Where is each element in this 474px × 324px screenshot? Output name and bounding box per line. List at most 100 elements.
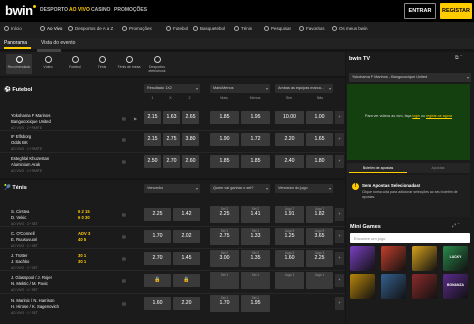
more-markets-button[interactable]: + bbox=[335, 274, 344, 287]
nav-desporto[interactable]: DESPORTO bbox=[40, 7, 68, 13]
game-tile[interactable] bbox=[350, 246, 375, 271]
player-1[interactable]: N. Marinic / N. Harrison bbox=[11, 298, 55, 303]
player-2[interactable]: E. Ruusuvuori bbox=[11, 237, 37, 242]
subnav-os-meus-bwin[interactable]: Os meus bwin bbox=[332, 26, 368, 31]
bwin-logo[interactable]: bwin bbox=[5, 3, 36, 18]
odd-button[interactable]: 1.95 bbox=[241, 111, 270, 124]
more-markets-button[interactable]: + bbox=[335, 252, 344, 265]
tennis-market-game-winner[interactable]: Vencedor do jogo bbox=[275, 184, 333, 193]
stats-icon[interactable]: ▤ bbox=[122, 159, 126, 164]
odd-button[interactable]: Set 1 bbox=[241, 272, 270, 289]
tab-panorama[interactable]: Panorama bbox=[4, 40, 27, 46]
sport-futebol[interactable]: Futebol bbox=[62, 56, 88, 69]
tv-event-select[interactable]: Yokohama F Marinos - Bangucocique United bbox=[349, 73, 471, 82]
tv-register-link[interactable]: registe-se agora bbox=[426, 114, 452, 118]
team-away[interactable]: Bangucocique United bbox=[11, 119, 51, 124]
odd-button[interactable]: Set 1 2.75 bbox=[210, 228, 239, 245]
football-market-over-under[interactable]: Mais/Menos bbox=[210, 84, 270, 93]
game-tile[interactable]: LUCKY bbox=[443, 246, 468, 271]
odd-button[interactable]: 2.25 bbox=[144, 208, 171, 221]
odd-button[interactable]: Set 2 3.00 bbox=[210, 250, 239, 267]
subnav-pesquisar[interactable]: Pesquisar bbox=[264, 26, 291, 31]
player-1[interactable]: J. Glasspool / J. Rojer bbox=[11, 275, 52, 280]
odd-button[interactable]: 2.20 bbox=[173, 297, 200, 310]
team-home[interactable]: Yokohama F Marinos bbox=[11, 113, 50, 118]
more-markets-button[interactable]: + bbox=[335, 230, 344, 243]
odd-button[interactable]: Set 1 1.95 bbox=[241, 295, 270, 312]
odd-button[interactable]: 3.80 bbox=[182, 133, 199, 146]
odd-button[interactable]: Jogo 9 3.65 bbox=[306, 228, 333, 245]
player-2[interactable]: N. Mektic / M. Pavic bbox=[11, 281, 48, 286]
team-away[interactable]: Odds BK bbox=[11, 140, 28, 145]
odd-button[interactable]: 2.15 bbox=[144, 111, 161, 124]
subnav-futebol[interactable]: Futebol bbox=[166, 26, 188, 31]
odd-button[interactable]: Jogo 9 1.25 bbox=[275, 228, 304, 245]
game-tile[interactable]: BONANZA bbox=[443, 274, 468, 299]
odd-button[interactable]: Jogo 7 1.91 bbox=[275, 206, 304, 223]
odd-button[interactable]: Set 2 1.41 bbox=[241, 206, 270, 223]
odd-button[interactable]: 1.85 bbox=[210, 155, 239, 168]
player-1[interactable]: J. Trotter bbox=[11, 253, 28, 258]
sport-video[interactable]: Vídeo bbox=[35, 56, 61, 69]
collapse-icon[interactable]: ⌃ bbox=[457, 223, 459, 229]
odd-button[interactable]: 2.20 bbox=[275, 133, 304, 146]
odd-button[interactable]: Set 1 bbox=[210, 272, 239, 289]
register-button[interactable]: REGISTAR bbox=[440, 3, 472, 19]
tab-apostas[interactable]: Apostas bbox=[409, 166, 467, 170]
game-tile[interactable] bbox=[350, 274, 375, 299]
football-market-1x2[interactable]: Resultado 1X2 bbox=[144, 84, 200, 93]
sport-esports[interactable]: Desportos eletrónicos bbox=[141, 56, 173, 73]
stats-icon[interactable]: ▤ bbox=[122, 256, 126, 261]
odd-button[interactable]: 1.70 bbox=[144, 230, 171, 243]
odd-button[interactable]: 1.90 bbox=[210, 133, 239, 146]
odd-button[interactable]: Set 1 1.70 bbox=[210, 295, 239, 312]
odd-button[interactable]: Jogo 7 1.82 bbox=[306, 206, 333, 223]
odd-button[interactable]: Jogo 1 bbox=[275, 272, 304, 289]
team-away[interactable]: Aluminium Arak bbox=[11, 162, 40, 167]
odd-button[interactable]: Jogo 3 2.25 bbox=[306, 250, 333, 267]
odd-button[interactable]: 1.72 bbox=[241, 133, 270, 146]
odd-button[interactable]: 2.50 bbox=[144, 155, 161, 168]
stats-icon[interactable]: ▤ bbox=[122, 301, 126, 306]
odd-button[interactable]: 2.40 bbox=[275, 155, 304, 168]
odd-button[interactable]: 2.70 bbox=[163, 155, 180, 168]
subnav-favoritos[interactable]: Favoritos bbox=[299, 26, 325, 31]
subnav-ao-vivo[interactable]: Ao Vivo bbox=[40, 26, 62, 31]
odd-button[interactable]: Set 2 1.35 bbox=[241, 250, 270, 267]
odd-button[interactable]: 2.02 bbox=[173, 230, 200, 243]
subnav-desportos-a-z[interactable]: Desportos de A a Z bbox=[68, 26, 113, 31]
odd-button[interactable]: 10.00 bbox=[275, 111, 304, 124]
nav-promocoes[interactable]: PROMOÇÕES bbox=[114, 7, 147, 13]
more-markets-button[interactable]: + bbox=[335, 133, 344, 146]
player-1[interactable]: S. Cirstea bbox=[11, 209, 29, 214]
subnav-basquetebol[interactable]: Basquetebol bbox=[193, 26, 225, 31]
more-markets-button[interactable]: + bbox=[335, 111, 344, 124]
nav-casino[interactable]: CASINO bbox=[91, 7, 110, 13]
subnav-promocoes[interactable]: Promoções bbox=[122, 26, 152, 31]
game-tile[interactable] bbox=[381, 274, 406, 299]
stats-icon[interactable]: ▤ bbox=[122, 116, 126, 121]
odd-button[interactable]: Set 1 1.33 bbox=[241, 228, 270, 245]
odd-button[interactable]: 1.45 bbox=[173, 252, 200, 265]
sport-tenis[interactable]: Ténis bbox=[89, 56, 115, 69]
odd-button[interactable]: 1.00 bbox=[306, 111, 333, 124]
odd-button[interactable]: 2.70 bbox=[144, 252, 171, 265]
odd-button[interactable]: 2.15 bbox=[144, 133, 161, 146]
sport-tenis-de-mesa[interactable]: Ténis de mesa bbox=[116, 56, 142, 69]
odd-button[interactable]: Set 2 2.25 bbox=[210, 206, 239, 223]
odd-button[interactable]: 1.60 bbox=[144, 297, 171, 310]
game-tile[interactable] bbox=[412, 246, 437, 271]
more-markets-button[interactable]: + bbox=[335, 155, 344, 168]
odd-button[interactable]: 1.63 bbox=[163, 111, 180, 124]
popout-icon[interactable]: ⧉ bbox=[455, 55, 459, 61]
nav-ao-vivo[interactable]: AO VIVO bbox=[69, 7, 90, 13]
game-search-input[interactable]: Encontre um jogo bbox=[350, 233, 470, 243]
player-2[interactable]: D. Vekic bbox=[11, 215, 26, 220]
odd-button[interactable]: 2.60 bbox=[182, 155, 199, 168]
stats-icon[interactable]: ▤ bbox=[122, 234, 126, 239]
odd-button[interactable]: 1.65 bbox=[306, 133, 333, 146]
tv-login-link[interactable]: login bbox=[412, 114, 420, 118]
odd-button[interactable]: 2.75 bbox=[163, 133, 180, 146]
sport-recomendado[interactable]: Recomendado bbox=[6, 54, 32, 74]
more-markets-button[interactable]: + bbox=[335, 297, 344, 310]
